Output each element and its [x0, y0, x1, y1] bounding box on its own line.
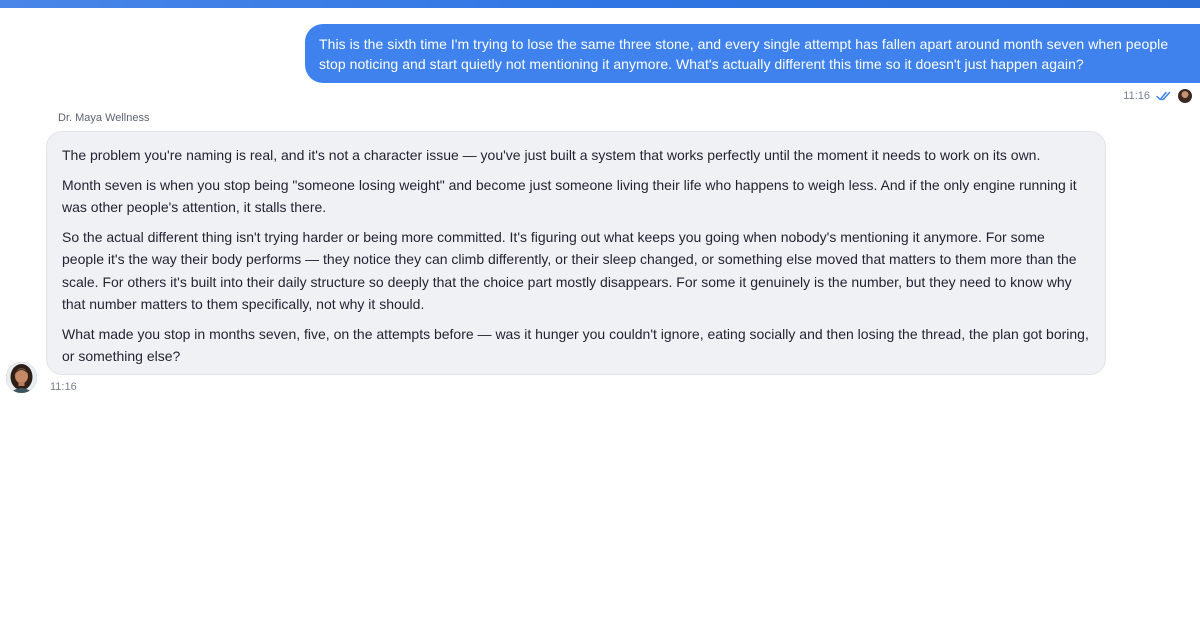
double-check-icon: [1156, 91, 1171, 101]
chat-window: This is the sixth time I'm trying to los…: [0, 0, 1200, 630]
message-paragraph: Month seven is when you stop being "some…: [62, 176, 1077, 216]
incoming-message-bubble[interactable]: The problem you're naming is real, and i…: [46, 131, 1106, 375]
message-paragraph: What made you stop in months seven, five…: [62, 325, 1089, 365]
message-paragraph: The problem you're naming is real, and i…: [62, 147, 1041, 163]
message-paragraph: So the actual different thing isn't tryi…: [62, 228, 1077, 313]
user-avatar[interactable]: [1178, 89, 1192, 103]
outgoing-message-text: This is the sixth time I'm trying to los…: [319, 36, 1169, 72]
assistant-avatar[interactable]: [6, 362, 37, 393]
sender-name: Dr. Maya Wellness: [58, 112, 150, 124]
outgoing-message-meta: 11:16: [1123, 87, 1192, 105]
top-accent-bar: [0, 0, 1200, 8]
outgoing-message-time: 11:16: [1123, 90, 1150, 102]
assistant-avatar-image: [6, 362, 37, 393]
outgoing-message-bubble[interactable]: This is the sixth time I'm trying to los…: [305, 24, 1200, 83]
incoming-message-time: 11:16: [50, 381, 77, 393]
